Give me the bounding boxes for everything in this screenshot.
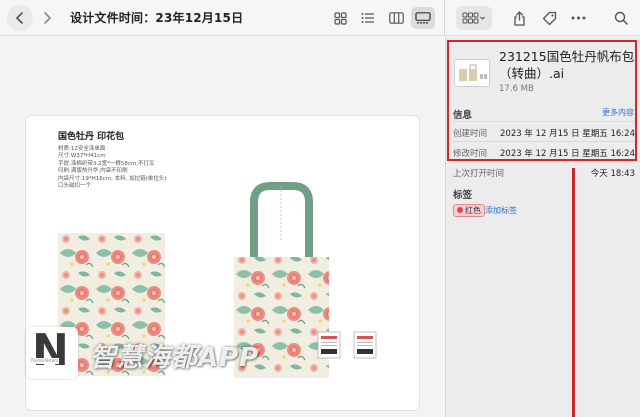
view-icons-button[interactable] [328,7,352,29]
toolbar: 设计文件时间：23年12月15日 [0,0,640,36]
highlight-box [447,40,637,161]
watermark-small: NewsNews [30,358,60,364]
red-dot-icon [457,207,463,213]
window-title: 设计文件时间：23年12月15日 [70,11,244,25]
chevron-left-icon [16,12,23,24]
spec-line: 尺寸:W37*H41cm [58,153,106,160]
watermark-logo: N NewsNews [26,325,78,379]
file-preview: 国色牡丹 印花包 材质:12安全涤单面 尺寸:W37*H41cm 手提:涤棉织带… [0,37,444,417]
more-button[interactable] [565,5,591,31]
group-icon [462,12,485,24]
add-tag-link[interactable]: 添加标签 [485,205,517,216]
watermark: N NewsNews 智慧海都APP [26,325,306,379]
spec-line: 内袋尺寸:19*H16cm, 本料, 加拉链(单拉头) [58,175,167,182]
more-icon [571,16,585,20]
tag-icon [542,11,556,25]
info-key: 上次打开时间 [453,169,505,179]
annotation-line [572,168,575,417]
list-view-icon [361,13,374,23]
info-row-last-opened: 上次打开时间 今天 18:43 [453,161,635,181]
artboard-title: 国色牡丹 印花包 [58,132,125,142]
spec-line: 口头磁扣一个 [58,183,92,190]
tag-chip-red[interactable]: 红色 [453,204,485,217]
share-icon [513,10,525,26]
tags-section-label: 标签 [453,190,473,201]
back-button[interactable] [7,5,33,31]
gallery-view-icon [415,12,431,24]
view-columns-button[interactable] [384,7,408,29]
column-view-icon [388,12,404,24]
tag-button[interactable] [536,5,562,31]
search-icon [614,11,628,25]
view-list-button[interactable] [356,7,380,29]
view-gallery-button[interactable] [411,7,435,29]
info-value: 今天 18:43 [590,169,635,179]
group-button[interactable] [456,6,492,30]
hang-tags [317,331,377,359]
watermark-letter: N [32,325,69,376]
chevron-right-icon [44,12,51,24]
share-button[interactable] [506,5,532,31]
toolbar-divider [444,0,445,36]
search-button[interactable] [608,5,634,31]
spec-list: 材质:12安全涤单面 尺寸:W37*H41cm 手提:涤棉织带3.2宽*一根58… [58,146,166,190]
forward-button[interactable] [36,5,58,31]
tag-label: 红色 [465,206,481,215]
grid-view-icon [333,11,347,25]
watermark-text: 智慧海都APP [90,343,260,373]
spec-line: 印刷:满版热升华,内袋不印刷 [58,168,128,175]
